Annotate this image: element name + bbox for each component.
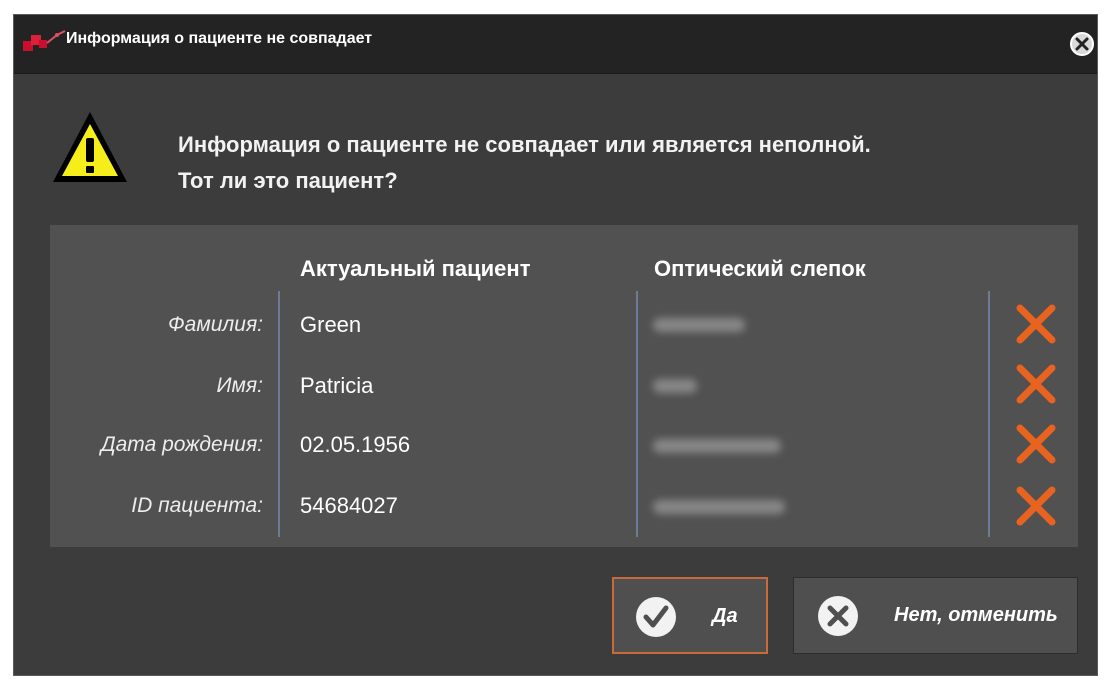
header-current-patient: Актуальный пациент [300, 256, 531, 281]
warning-message: Информация о пациенте не совпадает или я… [178, 127, 1078, 199]
message-line-2: Тот ли это пациент? [178, 168, 398, 193]
row-value-patient-id: 54684027 [300, 493, 398, 518]
column-divider [278, 291, 280, 537]
cancel-button-label: Нет, отменить [894, 604, 1058, 626]
row-label-last-name: Фамилия: [167, 313, 263, 336]
blurred-optical-value [653, 318, 745, 332]
row-label-first-name: Имя: [216, 374, 263, 397]
row-label-birth-date: Дата рождения: [100, 433, 263, 456]
warning-icon [53, 112, 127, 182]
close-icon[interactable] [1069, 31, 1095, 57]
checkmark-icon [636, 597, 676, 637]
x-mark-icon [1016, 304, 1056, 344]
window-title: Информация о пациенте не совпадает [66, 30, 373, 47]
x-mark-icon [1016, 364, 1056, 404]
yes-button[interactable]: Да [612, 577, 768, 654]
app-logo-icon [23, 30, 66, 51]
blurred-optical-value [653, 379, 697, 393]
row-value-last-name: Green [300, 312, 362, 337]
blurred-optical-value [653, 500, 785, 514]
message-line-1: Информация о пациенте не совпадает или я… [178, 132, 871, 157]
row-value-first-name: Patricia [300, 373, 374, 398]
header-optical-impression: Оптический слепок [654, 256, 866, 281]
x-mark-icon [1016, 424, 1056, 464]
column-divider [636, 291, 638, 537]
cancel-icon [818, 596, 858, 636]
column-divider [988, 291, 990, 537]
row-label-patient-id: ID пациента: [131, 494, 263, 517]
cancel-button[interactable]: Нет, отменить [793, 577, 1078, 654]
title-bar: Информация о пациенте не совпадает [14, 15, 1097, 74]
x-mark-icon [1016, 486, 1056, 526]
yes-button-label: Да [712, 605, 738, 627]
blurred-optical-value [653, 439, 781, 453]
row-value-birth-date: 02.05.1956 [300, 432, 411, 457]
patient-mismatch-dialog: Информация о пациенте не совпадает Инфор… [13, 14, 1098, 676]
patient-comparison-table: Актуальный пациент Оптический слепок Фам… [50, 225, 1078, 547]
